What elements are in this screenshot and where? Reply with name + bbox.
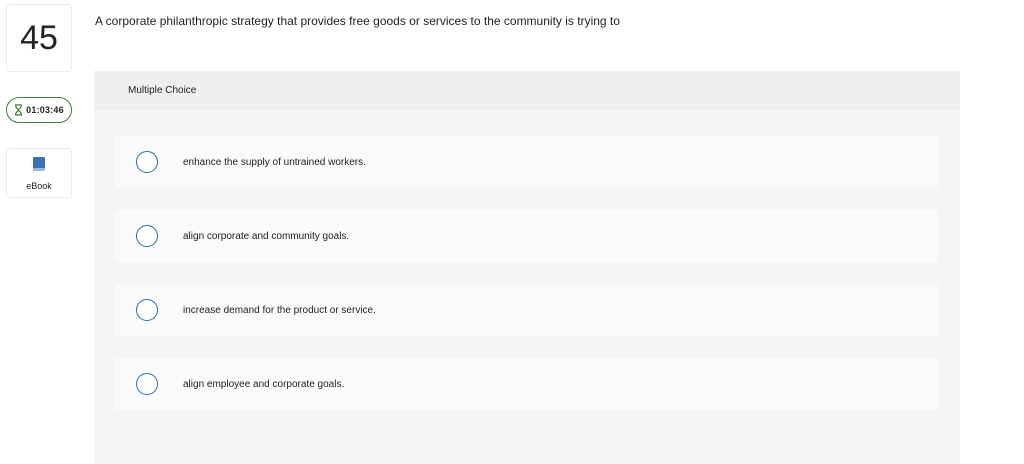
book-icon [32, 156, 46, 177]
question-number: 45 [20, 18, 58, 57]
radio-button[interactable] [136, 373, 158, 395]
hourglass-icon [14, 104, 23, 116]
question-type-header: Multiple Choice [94, 71, 960, 110]
answer-choice-1[interactable]: enhance the supply of untrained workers. [115, 136, 938, 188]
question-text: A corporate philanthropic strategy that … [95, 14, 620, 28]
radio-button[interactable] [136, 299, 158, 321]
ebook-button[interactable]: eBook [6, 148, 72, 198]
question-number-box: 45 [6, 4, 72, 72]
answer-choice-3[interactable]: increase demand for the product or servi… [115, 284, 938, 336]
answer-choice-label: enhance the supply of untrained workers. [183, 156, 366, 168]
timer-badge[interactable]: 01:03:46 [6, 97, 72, 123]
answer-panel: Multiple Choice enhance the supply of un… [94, 71, 960, 464]
answer-choice-label: align employee and corporate goals. [183, 378, 345, 390]
radio-button[interactable] [136, 151, 158, 173]
radio-button[interactable] [136, 225, 158, 247]
answer-choice-label: align corporate and community goals. [183, 230, 350, 242]
answer-choice-4[interactable]: align employee and corporate goals. [115, 358, 938, 410]
timer-text: 01:03:46 [26, 105, 64, 115]
answer-choice-2[interactable]: align corporate and community goals. [115, 210, 938, 262]
ebook-label: eBook [26, 180, 52, 191]
answer-choice-label: increase demand for the product or servi… [183, 304, 376, 316]
